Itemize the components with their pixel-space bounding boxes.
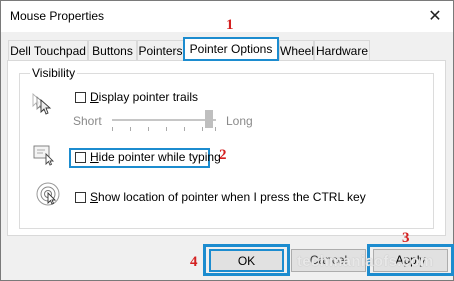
tab-pointer-options[interactable]: Pointer Options bbox=[183, 37, 279, 61]
slider-short-label: Short bbox=[73, 114, 102, 128]
hide-pointer-label[interactable]: Hide pointer while typing bbox=[90, 150, 221, 164]
show-location-icon bbox=[36, 182, 60, 206]
show-location-checkbox[interactable] bbox=[75, 192, 86, 203]
annotation-number-4: 4 bbox=[190, 254, 198, 270]
slider-tick bbox=[215, 127, 216, 131]
slider-long-label: Long bbox=[226, 114, 253, 128]
slider-tick bbox=[202, 127, 203, 131]
tab-dell-touchpad[interactable]: Dell Touchpad bbox=[8, 40, 88, 60]
close-icon[interactable]: ✕ bbox=[417, 1, 453, 32]
slider-tick bbox=[166, 127, 167, 131]
tab-hardware[interactable]: Hardware bbox=[314, 40, 370, 60]
slider-tick bbox=[130, 127, 131, 131]
tab-buttons[interactable]: Buttons bbox=[88, 40, 137, 60]
pointer-trails-icon bbox=[31, 90, 55, 115]
slider-tick bbox=[148, 127, 149, 131]
pointer-trails-label[interactable]: Display pointer trails bbox=[90, 90, 198, 104]
annotation-number-1: 1 bbox=[226, 17, 234, 33]
pointer-trails-checkbox[interactable] bbox=[75, 92, 86, 103]
slider-tick bbox=[184, 127, 185, 131]
watermark: techmaniaofs.com bbox=[297, 253, 434, 270]
annotation-number-3: 3 bbox=[402, 230, 410, 246]
tab-pointers[interactable]: Pointers bbox=[137, 40, 184, 60]
visibility-group-label: Visibility bbox=[30, 66, 78, 80]
hide-pointer-checkbox[interactable] bbox=[75, 152, 86, 163]
trail-length-slider-track[interactable] bbox=[112, 119, 216, 121]
ok-button[interactable]: OK bbox=[209, 249, 284, 272]
hide-pointer-icon bbox=[32, 144, 56, 168]
window-title: Mouse Properties bbox=[10, 9, 105, 23]
slider-tick bbox=[112, 127, 113, 131]
show-location-label[interactable]: Show location of pointer when I press th… bbox=[90, 190, 366, 204]
tab-wheel[interactable]: Wheel bbox=[279, 40, 314, 60]
annotation-number-2: 2 bbox=[219, 147, 227, 163]
trail-length-slider-thumb[interactable] bbox=[205, 110, 213, 128]
